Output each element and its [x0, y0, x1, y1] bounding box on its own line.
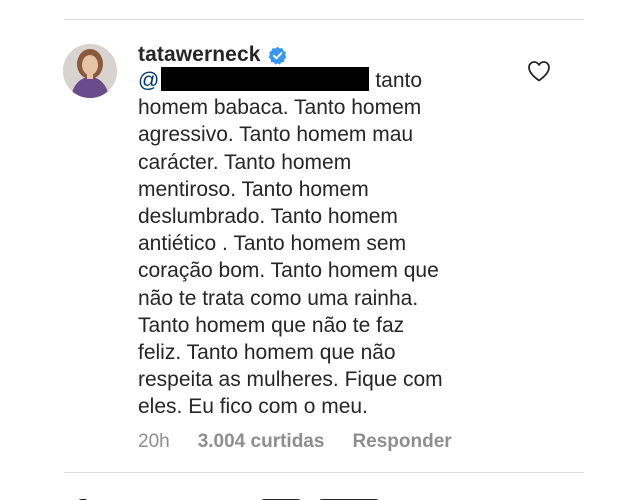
- comment-line: feliz. Tanto homem que não: [138, 341, 396, 365]
- username-link[interactable]: tatawerneck: [138, 43, 261, 67]
- comment-line: coração bom. Tanto homem que: [138, 259, 439, 283]
- avatar[interactable]: [63, 44, 117, 98]
- comment-line: agressivo. Tanto homem mau: [138, 123, 414, 147]
- top-divider: [64, 19, 584, 20]
- redaction-bar: [161, 67, 370, 91]
- verified-badge-icon: [268, 46, 287, 65]
- comment-header: tatawerneck: [138, 40, 287, 70]
- likes-count-button[interactable]: 3.004 curtidas: [198, 431, 325, 453]
- next-comment-cutoff: [78, 492, 478, 500]
- bottom-divider: [64, 472, 584, 473]
- comment-line: carácter. Tanto homem: [138, 150, 352, 174]
- heart-outline-icon: [528, 61, 550, 82]
- comment-line: homem babaca. Tanto homem: [138, 96, 422, 120]
- comment-timestamp[interactable]: 20h: [138, 431, 170, 453]
- reply-button[interactable]: Responder: [352, 431, 451, 453]
- comment-line: eles. Eu fico com o meu.: [138, 395, 368, 419]
- comment-line: respeita as mulheres. Fique com: [138, 368, 443, 392]
- comment-line: não te trata como uma rainha.: [138, 286, 419, 310]
- avatar-photo: [63, 44, 117, 98]
- comment-line: deslumbrado. Tanto homem: [138, 205, 398, 229]
- mention-link[interactable]: @: [138, 67, 375, 94]
- mention-prefix: @: [138, 69, 160, 92]
- comment-line: Tanto homem que não te faz: [138, 313, 405, 337]
- comment-line: mentiroso. Tanto homem: [138, 177, 369, 201]
- comment-line-first: @ tanto: [138, 67, 518, 94]
- comment-meta: 20h 3.004 curtidas Responder: [138, 431, 452, 453]
- like-comment-button[interactable]: [527, 60, 551, 82]
- comment-line: antiético . Tanto homem sem: [138, 232, 407, 256]
- comment-line: tanto: [375, 69, 423, 92]
- comment-text: @ tanto homem babaca. Tanto homem agressi…: [138, 67, 518, 421]
